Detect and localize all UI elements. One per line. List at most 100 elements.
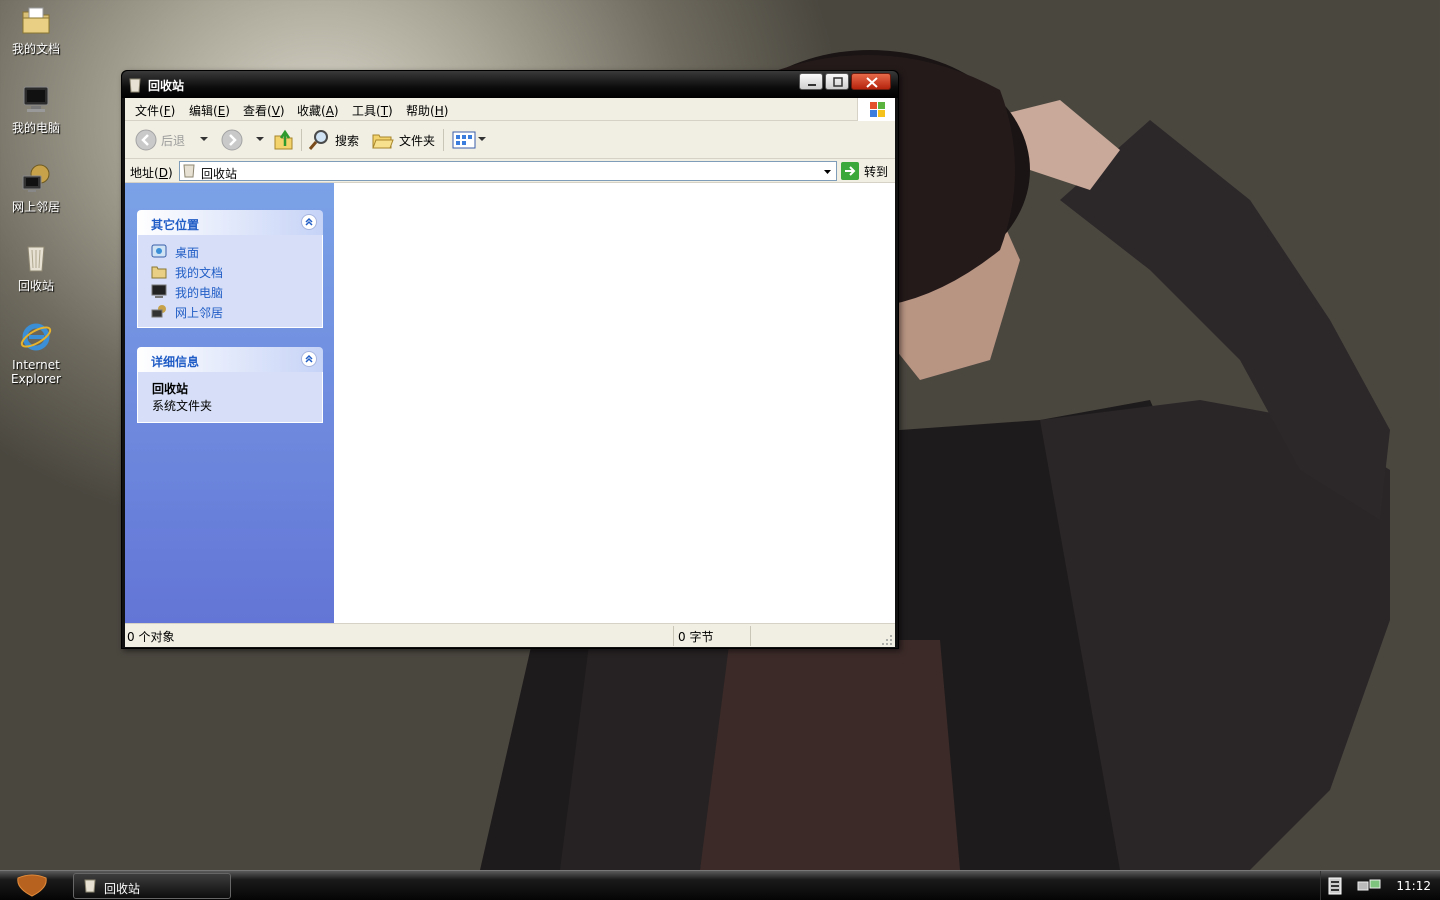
link-my-documents[interactable]: 我的文档 xyxy=(138,261,322,281)
desktop-icon-internet-explorer[interactable]: Internet Explorer xyxy=(0,320,72,386)
back-button[interactable]: 后退 xyxy=(135,128,185,152)
menu-edit-key: E xyxy=(217,104,226,118)
maximize-button[interactable] xyxy=(825,73,849,90)
desktop-icon-my-computer[interactable]: 我的电脑 xyxy=(0,83,72,135)
windows-logo-icon xyxy=(857,98,895,121)
resize-grip-icon[interactable] xyxy=(881,634,893,646)
computer-icon xyxy=(151,284,167,298)
desktop-icon-label: 网上邻居 xyxy=(11,200,60,214)
forward-button[interactable] xyxy=(221,128,243,152)
menu-bar: 文件(F) 编辑(E) 查看(V) 收藏(A) 工具(T) 帮助(H) xyxy=(125,98,895,121)
desktop-icon-label-line2: Explorer xyxy=(11,372,61,386)
minimize-button[interactable] xyxy=(799,73,823,90)
folders-icon xyxy=(372,134,394,149)
collapse-details-button[interactable] xyxy=(301,351,317,367)
folder-documents-icon xyxy=(22,7,50,34)
toolbar-separator xyxy=(443,129,444,151)
menu-file-key: F xyxy=(163,104,171,118)
link-my-documents-label: 我的文档 xyxy=(175,266,224,280)
link-network[interactable]: 网上邻居 xyxy=(138,301,322,321)
details-name: 回收站 xyxy=(152,382,189,396)
status-object-count: 0 个对象 xyxy=(127,630,175,644)
desktop-icon-network[interactable]: 网上邻居 xyxy=(0,162,72,214)
desktop-icon-recycle-bin[interactable]: 回收站 xyxy=(0,241,72,293)
status-bytes: 0 字节 xyxy=(678,630,714,644)
taskbar-item-recycle-bin[interactable]: 回收站 xyxy=(73,873,231,899)
menu-file[interactable]: 文件(F) xyxy=(135,102,175,119)
chevron-down-icon xyxy=(824,170,831,174)
views-dropdown-icon[interactable] xyxy=(478,137,486,141)
desktop-icon-label: 我的电脑 xyxy=(11,121,60,135)
status-divider xyxy=(673,626,674,646)
menu-view[interactable]: 查看(V) xyxy=(243,102,285,119)
search-button[interactable]: 搜索 xyxy=(307,128,359,152)
recycle-bin-icon xyxy=(27,246,45,272)
network-icon xyxy=(151,305,166,318)
taskbar-item-label: 回收站 xyxy=(104,882,141,896)
network-status-icon[interactable] xyxy=(1356,878,1386,894)
menu-favorites[interactable]: 收藏(A) xyxy=(297,102,339,119)
views-icon xyxy=(452,131,476,149)
recycle-bin-icon xyxy=(183,164,195,178)
menu-tools[interactable]: 工具(T) xyxy=(352,102,393,119)
minimize-icon xyxy=(808,84,816,86)
network-icon xyxy=(22,164,50,192)
address-input[interactable]: 回收站 xyxy=(179,161,837,181)
link-my-computer[interactable]: 我的电脑 xyxy=(138,281,322,301)
address-label-text: 地址 xyxy=(130,166,155,180)
menu-tools-key: T xyxy=(380,104,389,118)
recycle-bin-icon xyxy=(129,78,141,93)
desktop-icon-label-line1: Internet xyxy=(12,358,60,372)
details-type: 系统文件夹 xyxy=(152,399,213,413)
back-label: 后退 xyxy=(161,133,186,148)
link-desktop[interactable]: 桌面 xyxy=(138,241,322,261)
forward-dropdown-icon[interactable] xyxy=(256,137,264,141)
folders-button[interactable]: 文件夹 xyxy=(371,128,435,152)
keyboard-icon[interactable] xyxy=(1328,877,1342,895)
internet-explorer-icon xyxy=(20,323,52,351)
chevron-up-double-icon xyxy=(305,217,313,226)
back-dropdown-icon[interactable] xyxy=(200,137,208,141)
collapse-other-places-button[interactable] xyxy=(301,214,317,230)
status-divider xyxy=(750,626,751,646)
details-panel: 详细信息 回收站 系统文件夹 xyxy=(137,347,323,423)
other-places-header[interactable]: 其它位置 xyxy=(137,210,323,235)
desktop-icon-my-documents[interactable]: 我的文档 xyxy=(0,4,72,56)
system-tray: 11:12 xyxy=(1320,871,1440,900)
recycle-bin-icon xyxy=(84,879,96,893)
back-arrow-icon xyxy=(135,129,157,151)
chevron-up-double-icon xyxy=(305,354,313,363)
details-header[interactable]: 详细信息 xyxy=(137,347,323,372)
menu-help[interactable]: 帮助(H) xyxy=(406,102,448,119)
go-button[interactable]: 转到 xyxy=(841,161,888,181)
link-desktop-label: 桌面 xyxy=(175,246,200,260)
up-folder-button[interactable] xyxy=(272,128,296,152)
window-titlebar[interactable]: 回收站 xyxy=(122,71,898,98)
close-button[interactable] xyxy=(851,73,891,90)
folder-documents-icon xyxy=(151,266,167,279)
restore-icon xyxy=(833,77,843,87)
views-button[interactable] xyxy=(452,128,476,152)
window-title: 回收站 xyxy=(148,79,185,93)
desktop-icon-label: 我的文档 xyxy=(11,42,60,56)
start-button[interactable] xyxy=(12,874,52,898)
address-value: 回收站 xyxy=(201,167,238,181)
menu-edit[interactable]: 编辑(E) xyxy=(189,102,230,119)
address-label: 地址(D) xyxy=(130,166,173,180)
menu-edit-label: 编辑 xyxy=(189,104,214,118)
search-icon xyxy=(308,130,328,150)
status-bar: 0 个对象 0 字节 xyxy=(125,623,895,647)
toolbar: 后退 搜索 文件夹 xyxy=(125,121,895,159)
link-network-label: 网上邻居 xyxy=(175,306,224,320)
go-label: 转到 xyxy=(864,164,889,179)
clock[interactable]: 11:12 xyxy=(1396,879,1431,893)
menu-favorites-label: 收藏 xyxy=(297,104,322,118)
desktop-icon-label: 回收站 xyxy=(17,279,54,293)
menu-favorites-key: A xyxy=(325,104,334,118)
menu-help-label: 帮助 xyxy=(406,104,431,118)
address-dropdown-button[interactable] xyxy=(819,162,836,180)
desktop-icon xyxy=(151,244,167,258)
other-places-body: 桌面 我的文档 我的电脑 网上邻居 xyxy=(137,235,323,328)
other-places-panel: 其它位置 桌面 我的文档 我的电脑 网上邻居 xyxy=(137,210,323,328)
details-body: 回收站 系统文件夹 xyxy=(137,372,323,423)
